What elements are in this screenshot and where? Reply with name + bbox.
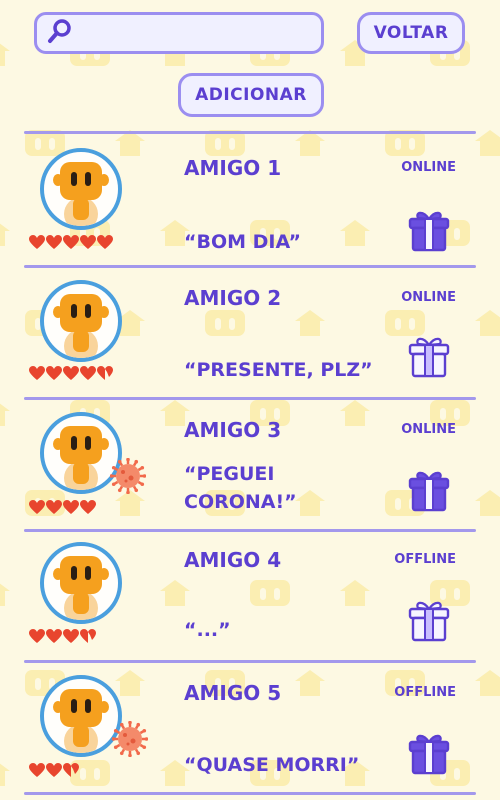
gift-icon bbox=[408, 337, 450, 378]
search-icon[interactable] bbox=[47, 18, 73, 48]
heart-icon bbox=[46, 629, 62, 643]
heart-icon bbox=[29, 763, 45, 777]
heart-icon bbox=[29, 235, 45, 249]
hearts-meter bbox=[29, 763, 80, 778]
hearts-meter bbox=[29, 500, 97, 515]
heart-icon bbox=[29, 500, 45, 514]
hearts-meter bbox=[29, 629, 97, 644]
heart-icon bbox=[63, 366, 79, 380]
status-badge: ONLINE bbox=[401, 422, 456, 437]
virus-icon bbox=[109, 457, 147, 495]
robot-avatar bbox=[53, 689, 109, 753]
hearts-meter bbox=[29, 235, 114, 250]
heart-icon bbox=[63, 500, 79, 514]
gift-icon[interactable] bbox=[406, 731, 452, 775]
avatar bbox=[40, 148, 122, 230]
friend-row[interactable]: AMIGO 1 ONLINE “BOM DIA” bbox=[0, 134, 500, 266]
friend-name: AMIGO 2 bbox=[184, 286, 282, 310]
friend-message: “QUASE MORRI” bbox=[184, 754, 360, 776]
avatar bbox=[40, 675, 122, 757]
gift-icon[interactable] bbox=[406, 468, 452, 512]
virus-icon bbox=[109, 457, 147, 495]
robot-avatar bbox=[53, 556, 109, 620]
gift-icon[interactable] bbox=[406, 208, 452, 252]
friend-name: AMIGO 4 bbox=[184, 548, 282, 572]
heart-icon bbox=[46, 763, 62, 777]
heart-icon bbox=[46, 235, 62, 249]
status-badge: ONLINE bbox=[401, 160, 456, 175]
friend-row[interactable]: AMIGO 3 ONLINE “PEGUEI CORONA!” bbox=[0, 400, 500, 532]
status-badge: OFFLINE bbox=[394, 685, 456, 700]
friend-name: AMIGO 5 bbox=[184, 681, 282, 705]
heart-icon bbox=[97, 366, 113, 380]
avatar bbox=[40, 280, 122, 362]
friend-row[interactable]: AMIGO 5 OFFLINE “QUASE MORRI” bbox=[0, 663, 500, 795]
friend-name: AMIGO 1 bbox=[184, 156, 282, 180]
friend-row[interactable]: AMIGO 4 OFFLINE “...” bbox=[0, 532, 500, 664]
status-badge: OFFLINE bbox=[394, 552, 456, 567]
search-input[interactable] bbox=[73, 17, 321, 49]
heart-icon bbox=[80, 235, 96, 249]
friend-row[interactable]: AMIGO 2 ONLINE “PRESENTE, PLZ” bbox=[0, 268, 500, 400]
back-button[interactable]: VOLTAR bbox=[357, 12, 465, 54]
divider bbox=[24, 792, 476, 795]
gift-icon bbox=[408, 211, 450, 252]
heart-icon bbox=[63, 763, 79, 777]
friend-message: “PRESENTE, PLZ” bbox=[184, 359, 373, 381]
virus-icon bbox=[111, 720, 149, 758]
virus-icon bbox=[111, 720, 149, 758]
gift-icon bbox=[408, 601, 450, 642]
friend-name: AMIGO 3 bbox=[184, 418, 282, 442]
heart-icon bbox=[46, 500, 62, 514]
gift-icon bbox=[408, 471, 450, 512]
gift-icon[interactable] bbox=[406, 598, 452, 642]
robot-avatar bbox=[53, 162, 109, 226]
status-badge: ONLINE bbox=[401, 290, 456, 305]
heart-icon bbox=[63, 629, 79, 643]
heart-icon bbox=[80, 500, 96, 514]
friend-message: “...” bbox=[184, 619, 231, 641]
search-bar[interactable] bbox=[34, 12, 324, 54]
heart-icon bbox=[29, 629, 45, 643]
heart-icon bbox=[80, 366, 96, 380]
robot-avatar bbox=[53, 426, 109, 490]
heart-icon bbox=[29, 366, 45, 380]
heart-icon bbox=[63, 235, 79, 249]
robot-avatar bbox=[53, 294, 109, 358]
gift-icon bbox=[408, 734, 450, 775]
header: VOLTAR ADICIONAR bbox=[0, 0, 500, 130]
friend-message: “PEGUEI CORONA!” bbox=[184, 463, 297, 513]
heart-icon bbox=[97, 235, 113, 249]
friend-message: “BOM DIA” bbox=[184, 231, 301, 253]
heart-icon bbox=[80, 629, 96, 643]
hearts-meter bbox=[29, 366, 114, 381]
avatar bbox=[40, 542, 122, 624]
gift-icon[interactable] bbox=[406, 334, 452, 378]
add-friend-button[interactable]: ADICIONAR bbox=[178, 73, 324, 117]
heart-icon bbox=[46, 366, 62, 380]
